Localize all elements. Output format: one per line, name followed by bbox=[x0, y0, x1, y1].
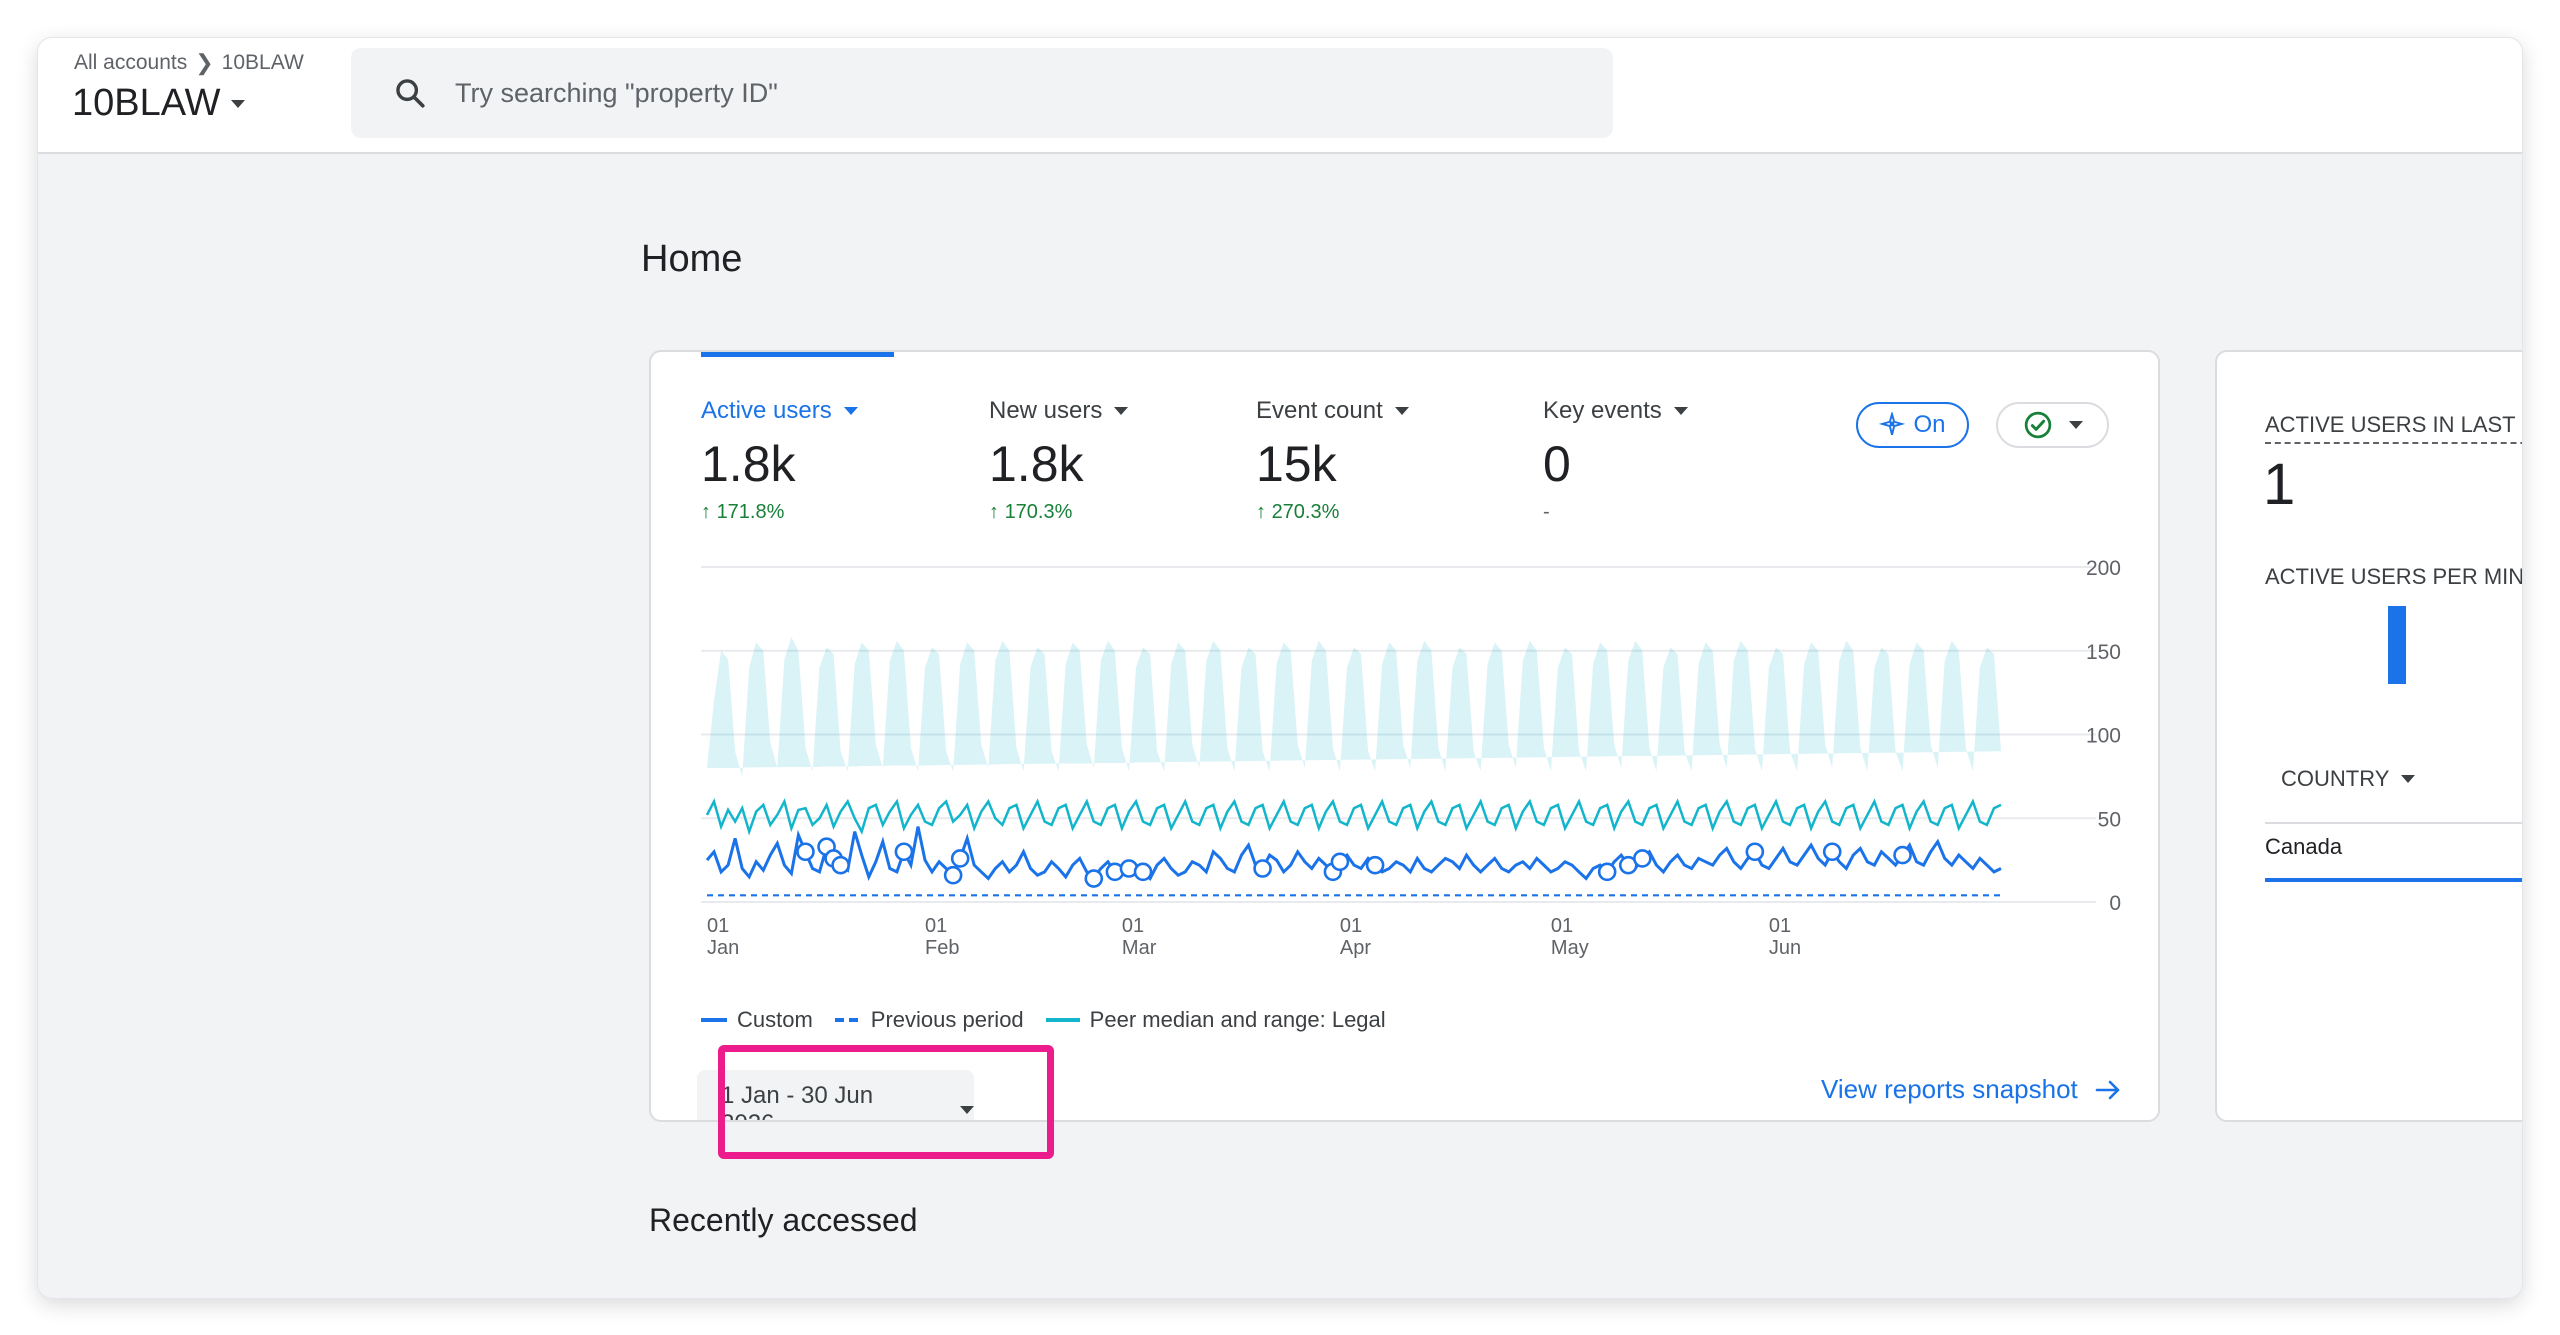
account-switcher[interactable]: 10BLAW bbox=[72, 82, 245, 125]
account-name: 10BLAW bbox=[72, 82, 221, 124]
realtime-row-country: Canada bbox=[2265, 834, 2343, 859]
annotation-marker bbox=[1133, 862, 1153, 882]
x-tick-day-label: 01 bbox=[1769, 915, 1791, 937]
legend-label-previous-period: Previous period bbox=[870, 1007, 1024, 1032]
search-input[interactable] bbox=[453, 76, 1557, 110]
x-tick-month-label: Jan bbox=[707, 937, 739, 959]
peer-median-line bbox=[705, 798, 2002, 836]
legend-label-peer: Peer median and range: Legal bbox=[1089, 1007, 1386, 1032]
legend-swatch-previous-period bbox=[834, 1018, 861, 1022]
overview-card: Active users 1.8k ↑ 171.8% New users 1.8… bbox=[649, 350, 2160, 1122]
legend-item-peer: Peer median and range: Legal bbox=[1045, 1007, 1386, 1033]
app-window: All accounts ❯ 10BLAW 10BLAW Home Active… bbox=[38, 38, 2522, 1298]
realtime-per-minute-bar bbox=[2388, 606, 2406, 684]
annotation-marker bbox=[1253, 859, 1272, 878]
x-tick-month-label: Jun bbox=[1769, 937, 1801, 959]
x-tick-day-label: 01 bbox=[1122, 915, 1144, 937]
breadcrumb-all-accounts[interactable]: All accounts bbox=[74, 51, 187, 75]
legend-label-custom: Custom bbox=[737, 1007, 813, 1032]
date-range-button[interactable]: 1 Jan - 30 Jun 2026 bbox=[697, 1070, 974, 1120]
annotation-marker bbox=[950, 849, 970, 868]
annotation-marker bbox=[894, 842, 914, 862]
x-tick-day-label: 01 bbox=[925, 915, 947, 937]
y-tick-label: 150 bbox=[2086, 641, 2121, 664]
annotation-marker bbox=[1330, 852, 1350, 872]
annotation-marker bbox=[1365, 855, 1385, 875]
y-tick-label: 50 bbox=[2098, 808, 2121, 831]
peer-range-band bbox=[707, 637, 2001, 777]
realtime-row-bar bbox=[2265, 878, 2522, 882]
annotation-marker bbox=[1822, 842, 1842, 862]
legend-item-previous-period: Previous period bbox=[834, 1007, 1024, 1033]
chart-legend: Custom Previous period Peer median and r… bbox=[701, 1007, 1396, 1033]
x-tick-day-label: 01 bbox=[1551, 915, 1573, 937]
arrow-right-icon bbox=[2095, 1080, 2120, 1099]
realtime-dimension-dropdown[interactable]: COUNTRY bbox=[2281, 766, 2416, 792]
annotation-marker bbox=[1745, 842, 1765, 862]
legend-swatch-custom bbox=[701, 1018, 727, 1022]
x-tick-day-label: 01 bbox=[707, 915, 729, 937]
x-tick-month-label: Feb bbox=[925, 937, 959, 959]
realtime-card: ACTIVE USERS IN LAST 30 1 ACTIVE USERS P… bbox=[2215, 350, 2522, 1122]
legend-swatch-peer bbox=[1045, 1018, 1080, 1022]
annotation-marker bbox=[796, 842, 815, 862]
recently-accessed-title: Recently accessed bbox=[649, 1202, 918, 1238]
y-tick-label: 200 bbox=[2086, 557, 2121, 580]
realtime-divider bbox=[2265, 822, 2522, 824]
chevron-right-icon: ❯ bbox=[195, 50, 214, 75]
annotation-marker bbox=[1597, 862, 1617, 882]
date-range-label: 1 Jan - 30 Jun 2026 bbox=[721, 1082, 874, 1120]
realtime-per-minute-label: ACTIVE USERS PER MINUT bbox=[2265, 564, 2522, 589]
caret-down-icon bbox=[2401, 775, 2416, 783]
annotation-marker bbox=[1633, 849, 1652, 868]
x-tick-month-label: Apr bbox=[1340, 937, 1371, 959]
caret-down-icon bbox=[960, 1106, 974, 1114]
annotation-marker bbox=[943, 865, 963, 885]
x-tick-day-label: 01 bbox=[1340, 915, 1362, 937]
view-reports-snapshot-link[interactable]: View reports snapshot bbox=[1821, 1074, 2122, 1105]
annotation-marker bbox=[1893, 845, 1912, 865]
active-users-chart: 05010015020001Jan01Feb01Mar01Apr01May01J… bbox=[701, 557, 2121, 959]
search-icon bbox=[396, 79, 425, 108]
annotation-marker bbox=[831, 855, 850, 875]
realtime-value: 1 bbox=[2263, 452, 2296, 517]
annotation-marker bbox=[1084, 869, 1104, 888]
breadcrumb-account[interactable]: 10BLAW bbox=[222, 51, 304, 75]
y-tick-label: 0 bbox=[2109, 892, 2121, 915]
snapshot-link-label: View reports snapshot bbox=[1821, 1074, 2078, 1104]
caret-down-icon bbox=[230, 99, 245, 108]
x-tick-month-label: Mar bbox=[1122, 937, 1157, 959]
realtime-dimension-label: COUNTRY bbox=[2281, 766, 2390, 791]
search-bar[interactable] bbox=[351, 48, 1613, 138]
top-bar: All accounts ❯ 10BLAW 10BLAW bbox=[38, 38, 2522, 154]
realtime-title[interactable]: ACTIVE USERS IN LAST 30 bbox=[2265, 412, 2522, 444]
breadcrumb: All accounts ❯ 10BLAW bbox=[74, 50, 304, 76]
x-tick-month-label: May bbox=[1551, 937, 1589, 959]
page-title: Home bbox=[641, 238, 743, 280]
y-tick-label: 100 bbox=[2086, 725, 2121, 748]
legend-item-custom: Custom bbox=[701, 1007, 813, 1033]
